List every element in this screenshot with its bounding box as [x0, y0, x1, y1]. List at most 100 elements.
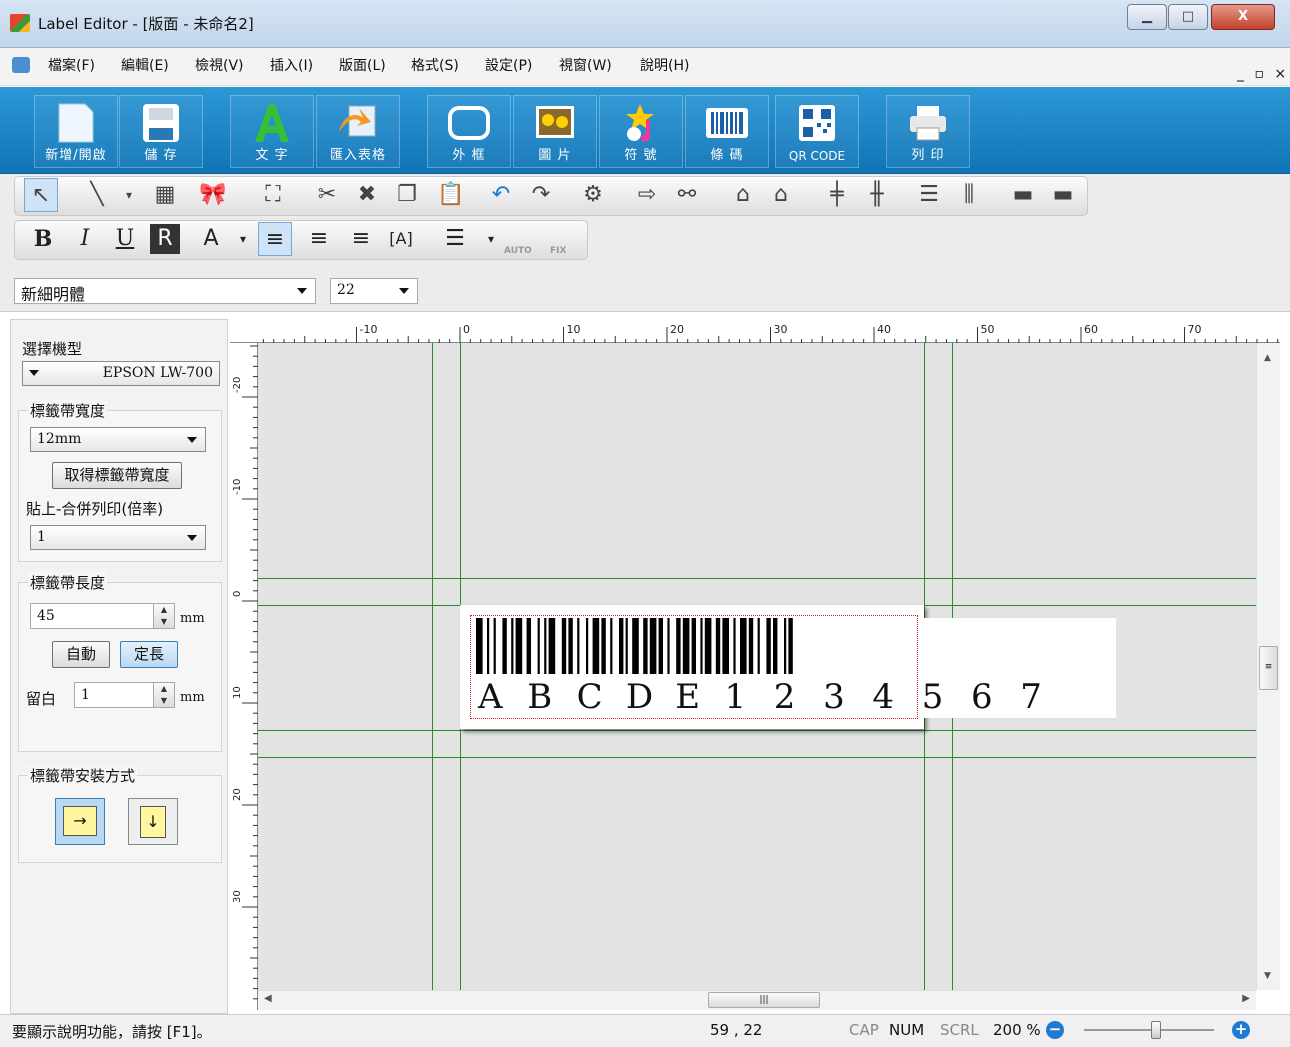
mdi-controls[interactable]: _ ▫ × [1237, 66, 1289, 82]
invert-text-icon[interactable]: R [150, 224, 180, 254]
line-tool-icon[interactable]: ╲ [80, 178, 114, 212]
scroll-down-icon[interactable]: ▼ [1264, 971, 1271, 981]
barcode-button[interactable]: 條 碼 [685, 95, 769, 168]
zoom-out-icon[interactable]: − [1046, 1021, 1064, 1039]
shape-left-icon[interactable]: ▬ [1006, 178, 1040, 212]
menu-window[interactable]: 視窗(W) [559, 55, 612, 75]
vertical-scrollbar[interactable]: ▲ ≡ ▼ [1256, 343, 1280, 990]
auto-button[interactable]: AUTO [504, 246, 532, 256]
text-button[interactable]: 文 字 [230, 95, 314, 168]
scroll-up-icon[interactable]: ▲ [1264, 353, 1271, 363]
delete-icon[interactable]: ✖ [350, 178, 384, 212]
distribute-horizontal-icon[interactable]: ⫼ [952, 178, 986, 212]
ribbon-bow-icon[interactable]: 🎀 [196, 178, 230, 212]
move-right-icon[interactable]: ⇨ [630, 178, 664, 212]
group-icon[interactable]: ⚙ [576, 178, 610, 212]
bold-button[interactable]: B [26, 222, 60, 256]
font-name-select[interactable]: 新細明體 [14, 278, 316, 304]
menu-settings[interactable]: 設定(P) [485, 55, 532, 75]
get-tape-width-button[interactable]: 取得標籤帶寬度 [52, 462, 182, 489]
symbol-button[interactable]: 符 號 [599, 95, 683, 168]
num-lock-indicator: NUM [889, 1021, 925, 1039]
align-center-vertical-icon[interactable]: ╪ [820, 178, 854, 212]
label-canvas[interactable]: ABCDE1234567 [258, 343, 1256, 990]
help-hint: 要顯示說明功能，請按 [F1]。 [12, 1023, 212, 1041]
shape-right-icon[interactable]: ▬ [1046, 178, 1080, 212]
horizontal-scrollbar[interactable]: ◀ ||| ▶ [258, 990, 1256, 1010]
import-table-button[interactable]: 匯入表格 [316, 95, 400, 168]
copy-icon[interactable]: ❐ [390, 178, 424, 212]
qrcode-button[interactable]: QR CODE [775, 95, 859, 168]
margin-input[interactable]: 1 [74, 682, 154, 708]
cut-icon[interactable]: ✂ [310, 178, 344, 212]
fixed-length-button[interactable]: 定長 [120, 641, 178, 668]
save-button[interactable]: 儲 存 [119, 95, 203, 168]
ruler-label: 50 [981, 323, 995, 336]
margin-stepper[interactable]: ▲ ▼ [153, 682, 175, 708]
menu-format[interactable]: 格式(S) [411, 55, 459, 75]
scroll-left-icon[interactable]: ◀ [264, 993, 272, 1004]
model-select[interactable]: EPSON LW-700 [22, 361, 220, 386]
horizontal-ruler: -10 0 10 20 30 40 50 60 70 [230, 319, 1280, 343]
tape-width-select[interactable]: 12mm [30, 427, 206, 452]
align-right-icon[interactable]: ≡ [344, 222, 378, 256]
frame-button[interactable]: 外 框 [427, 95, 511, 168]
fix-button[interactable]: FIX [550, 246, 566, 256]
menu-help[interactable]: 說明(H) [640, 55, 689, 75]
picture-button[interactable]: 圖 片 [513, 95, 597, 168]
align-center-icon[interactable]: ≡ [302, 222, 336, 256]
text-box-icon[interactable]: [A] [384, 222, 418, 256]
font-color-dropdown-icon[interactable]: ▾ [226, 222, 260, 256]
scroll-thumb[interactable]: ≡ [1259, 646, 1278, 690]
link-icon[interactable]: ⚯ [670, 178, 704, 212]
align-center-horizontal-icon[interactable]: ╫ [860, 178, 894, 212]
menu-edit[interactable]: 編輯(E) [121, 55, 169, 75]
font-name-value: 新細明體 [21, 285, 86, 304]
scroll-right-icon[interactable]: ▶ [1242, 993, 1250, 1004]
guide-line [258, 578, 1256, 579]
auto-length-button[interactable]: 自動 [52, 641, 110, 668]
select-arrow-icon[interactable]: ↖ [24, 178, 58, 212]
ruler-label: 10 [232, 686, 243, 699]
menu-insert[interactable]: 插入(I) [270, 55, 313, 75]
tape-length-input[interactable]: 45 [30, 603, 154, 629]
undo-icon[interactable]: ↶ [484, 178, 518, 212]
font-color-button[interactable]: A [194, 222, 228, 256]
paste-icon[interactable]: 📋 [434, 178, 468, 212]
zoom-slider-thumb[interactable] [1150, 1021, 1161, 1039]
line-spacing-dropdown-icon[interactable]: ▾ [474, 222, 508, 256]
zoom-slider-track[interactable] [1084, 1029, 1214, 1031]
ruler-label: 70 [1188, 323, 1202, 336]
close-button[interactable]: X [1211, 4, 1275, 30]
install-vertical-button[interactable]: ↓ [128, 798, 178, 845]
hscroll-thumb[interactable]: ||| [708, 992, 820, 1008]
chevron-down-icon [297, 288, 307, 294]
table-icon[interactable]: ▦ [148, 178, 182, 212]
menu-file[interactable]: 檔案(F) [48, 55, 95, 75]
font-size-select[interactable]: 22 [330, 278, 418, 304]
ruler-label: 30 [774, 323, 788, 336]
minimize-button[interactable]: ▁ [1127, 4, 1167, 30]
maximize-button[interactable]: □ [1168, 4, 1208, 30]
dropdown-arrow-icon[interactable]: ▾ [112, 178, 146, 212]
distribute-vertical-icon[interactable]: ☰ [912, 178, 946, 212]
new-open-button[interactable]: 新增/開啟 [34, 95, 118, 168]
send-back-icon[interactable]: ⌂ [764, 178, 798, 212]
zoom-level: 200 % [993, 1021, 1041, 1039]
bring-front-icon[interactable]: ⌂ [726, 178, 760, 212]
underline-button[interactable]: U [108, 222, 142, 256]
menu-view[interactable]: 檢視(V) [195, 55, 244, 75]
redo-icon[interactable]: ↷ [524, 178, 558, 212]
paste-merge-select[interactable]: 1 [30, 525, 206, 550]
selection-box[interactable] [470, 615, 918, 719]
zoom-in-icon[interactable]: + [1232, 1021, 1250, 1039]
install-horizontal-button[interactable]: → [55, 798, 105, 845]
tape-length-stepper[interactable]: ▲ ▼ [153, 603, 175, 629]
align-left-icon[interactable]: ≡ [258, 222, 292, 256]
italic-button[interactable]: I [68, 222, 102, 256]
print-button[interactable]: 列 印 [886, 95, 970, 168]
line-spacing-icon[interactable]: ☰ [438, 222, 472, 256]
fit-frame-icon[interactable]: ⛶ [256, 178, 290, 212]
document-icon[interactable] [12, 57, 30, 73]
menu-layout[interactable]: 版面(L) [339, 55, 386, 75]
